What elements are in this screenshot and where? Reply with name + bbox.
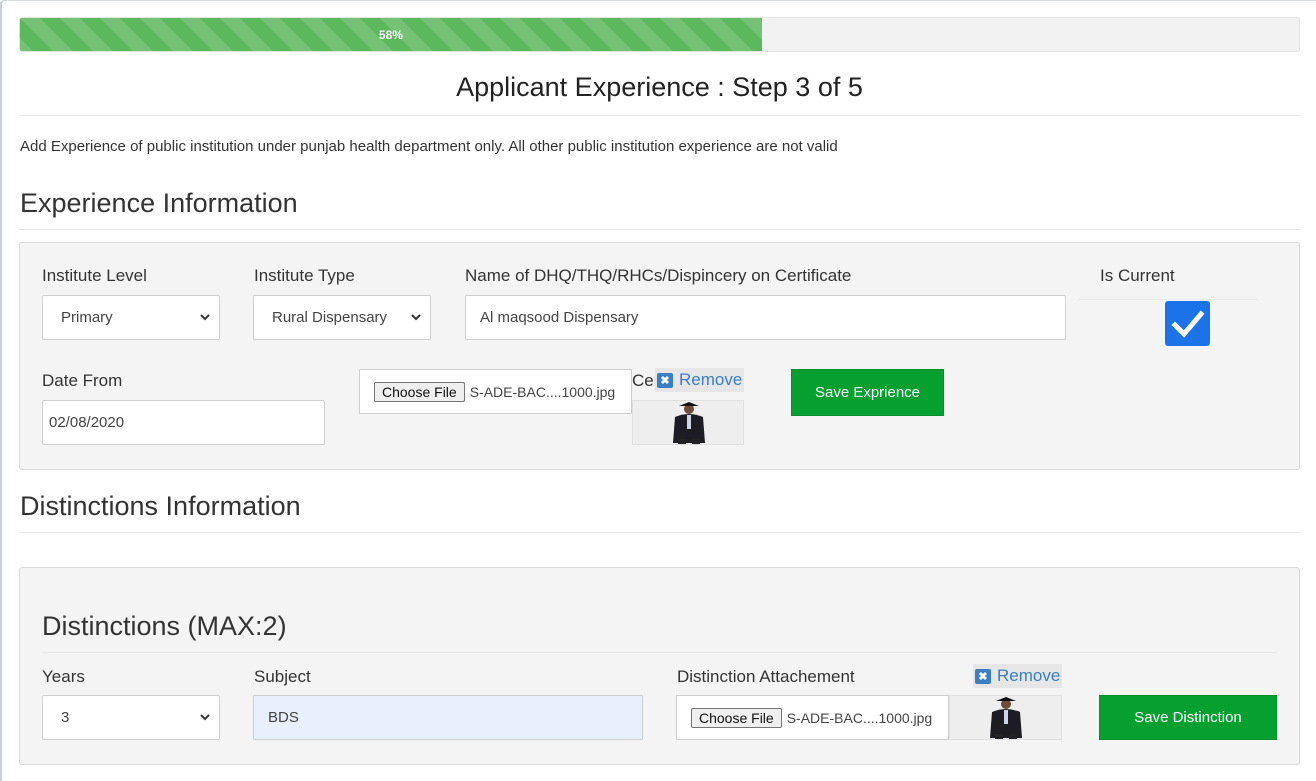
page-title: Applicant Experience : Step 3 of 5 xyxy=(456,72,863,102)
distinction-file-input[interactable]: Choose File S-ADE-BAC....1000.jpg xyxy=(676,695,949,740)
institution-name-value: Al maqsood Dispensary xyxy=(480,309,639,326)
file-name: S-ADE-BAC....1000.jpg xyxy=(469,383,616,400)
institution-name-label: Name of DHQ/THQ/RHCs/Dispincery on Certi… xyxy=(465,266,852,285)
date-from-input[interactable]: 02/08/2020 xyxy=(42,400,325,445)
years-label: Years xyxy=(42,667,85,686)
is-current-wrapper xyxy=(1079,299,1257,347)
certificate-thumbnail xyxy=(632,400,744,445)
divider xyxy=(19,532,1300,533)
distinction-attachment-label: Distinction Attachement xyxy=(677,667,855,686)
institute-type-value: Rural Dispensary xyxy=(272,309,388,326)
choose-file-button[interactable]: Choose File xyxy=(691,707,782,728)
chevron-down-icon xyxy=(200,714,210,721)
institute-level-value: Primary xyxy=(61,309,113,326)
years-select[interactable]: 3 xyxy=(42,695,220,740)
date-from-value: 02/08/2020 xyxy=(49,414,125,431)
progress-fill: 58% xyxy=(20,18,762,51)
progress-label: 58% xyxy=(378,27,403,42)
chevron-down-icon xyxy=(200,314,210,321)
choose-file-button[interactable]: Choose File xyxy=(374,381,465,402)
progress-bar: 58% xyxy=(19,17,1300,52)
certificate-file-input[interactable]: Choose File S-ADE-BAC....1000.jpg xyxy=(359,369,632,414)
remove-certificate-button[interactable]: ✖ Remove xyxy=(655,368,745,392)
checkmark-icon xyxy=(1170,309,1205,338)
is-current-label: Is Current xyxy=(1100,266,1175,285)
divider xyxy=(19,115,1300,116)
institute-level-select[interactable]: Primary xyxy=(42,295,220,340)
close-icon: ✖ xyxy=(975,668,991,684)
person-image-icon xyxy=(950,696,1061,739)
is-current-checkbox[interactable] xyxy=(1165,301,1210,346)
divider xyxy=(19,229,1300,230)
experience-section-title: Experience Information xyxy=(20,188,298,218)
distinctions-panel-title: Distinctions (MAX:2) xyxy=(42,611,287,641)
years-value: 3 xyxy=(61,709,70,726)
subject-label: Subject xyxy=(254,667,311,686)
institute-type-label: Institute Type xyxy=(254,266,355,285)
divider xyxy=(42,652,1277,653)
remove-label: Remove xyxy=(997,666,1061,685)
person-image-icon xyxy=(633,401,743,444)
institute-type-select[interactable]: Rural Dispensary xyxy=(253,295,431,340)
close-icon: ✖ xyxy=(657,372,673,388)
remove-label: Remove xyxy=(679,370,743,389)
institute-level-label: Institute Level xyxy=(42,266,147,285)
instruction-note: Add Experience of public institution und… xyxy=(20,138,838,155)
subject-input[interactable]: BDS xyxy=(253,695,643,740)
date-from-label: Date From xyxy=(42,371,123,390)
distinction-thumbnail xyxy=(949,695,1062,740)
save-experience-button[interactable]: Save Exprience xyxy=(791,369,944,416)
distinctions-section-title: Distinctions Information xyxy=(20,491,301,521)
institution-name-input[interactable]: Al maqsood Dispensary xyxy=(465,295,1066,340)
remove-distinction-attachment-button[interactable]: ✖ Remove xyxy=(973,664,1063,688)
subject-value: BDS xyxy=(268,709,299,726)
chevron-down-icon xyxy=(411,314,421,321)
save-distinction-button[interactable]: Save Distinction xyxy=(1099,695,1277,740)
file-name: S-ADE-BAC....1000.jpg xyxy=(786,709,933,726)
